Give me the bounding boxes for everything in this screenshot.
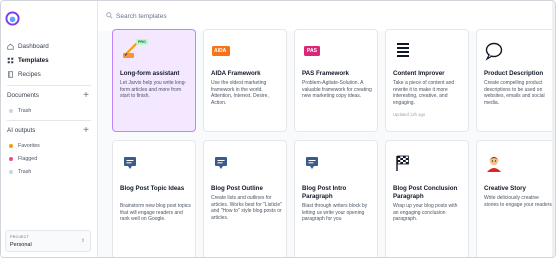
sidebar-item-label: Templates bbox=[18, 57, 49, 64]
scrollbar[interactable] bbox=[552, 1, 555, 257]
ai-trash-label: Trash bbox=[18, 169, 32, 175]
sidebar-item-dashboard[interactable]: Dashboard bbox=[7, 43, 49, 50]
updated-timestamp: Updated 12h ago bbox=[393, 112, 426, 117]
lines-icon bbox=[393, 41, 413, 61]
aida-icon-text: AIDA bbox=[214, 48, 227, 54]
sidebar: Dashboard Templates Recipes Documents + … bbox=[1, 1, 98, 257]
flagged-label: Flagged bbox=[18, 156, 38, 162]
favorites-dot-icon bbox=[9, 144, 13, 148]
template-card-creative-story[interactable]: Creative Story Write deliciously creativ… bbox=[476, 140, 555, 257]
project-selector[interactable]: PROJECT Personal ⇕ bbox=[5, 230, 91, 252]
template-title: Long-form assistant bbox=[120, 70, 180, 77]
template-description: Take a piece of content and rewrite it t… bbox=[393, 80, 455, 106]
chevron-updown-icon: ⇕ bbox=[80, 238, 85, 244]
template-title: Blog Post Outline bbox=[211, 185, 263, 192]
template-title: Content Improver bbox=[393, 70, 445, 77]
home-icon bbox=[7, 43, 14, 50]
template-description: Create lists and outlines for articles. … bbox=[211, 195, 282, 221]
ai-outputs-trash[interactable]: Trash bbox=[9, 169, 31, 175]
template-card-product-description[interactable]: Product Description Create compelling pr… bbox=[476, 29, 555, 132]
template-card-blog-post-conclusion-paragraph[interactable]: Blog Post Conclusion Paragraph Wrap up y… bbox=[385, 140, 469, 257]
book-icon bbox=[7, 71, 14, 78]
ai-outputs-flagged[interactable]: Flagged bbox=[9, 156, 37, 162]
template-title: Creative Story bbox=[484, 185, 526, 192]
template-title: Product Description bbox=[484, 70, 544, 77]
template-description: Brainstorm new blog post topics that wil… bbox=[120, 203, 191, 223]
divider bbox=[7, 85, 91, 86]
flagged-dot-icon bbox=[9, 157, 13, 161]
sidebar-item-templates[interactable]: Templates bbox=[7, 57, 49, 64]
template-card-blog-post-outline[interactable]: Blog Post Outline Create lists and outli… bbox=[203, 140, 287, 257]
logo-icon[interactable] bbox=[5, 11, 20, 26]
template-title: Blog Post Conclusion Paragraph bbox=[393, 185, 458, 200]
template-description: Wrap up your blog posts with an engaging… bbox=[393, 203, 458, 223]
documents-header[interactable]: Documents + bbox=[7, 90, 89, 100]
template-description: Use the oldest marketing framework in th… bbox=[211, 80, 269, 106]
template-title: Blog Post Intro Paragraph bbox=[302, 185, 347, 200]
grid-icon bbox=[7, 57, 14, 64]
pro-badge: PRO bbox=[136, 39, 148, 45]
documents-trash-label: Trash bbox=[18, 108, 32, 114]
pas-icon-text: PAS bbox=[307, 48, 317, 54]
chat-icon bbox=[120, 153, 140, 173]
project-value: Personal bbox=[10, 242, 32, 248]
ai-outputs-header[interactable]: AI outputs + bbox=[7, 125, 89, 135]
search-bar bbox=[98, 1, 555, 31]
chat-icon bbox=[302, 153, 322, 173]
person-icon bbox=[484, 153, 504, 173]
template-description: Create compelling product descriptions t… bbox=[484, 80, 545, 106]
trash-dot-icon bbox=[9, 170, 13, 174]
template-card-aida-framework[interactable]: AIDA AIDA Framework Use the oldest marke… bbox=[203, 29, 287, 132]
add-document-icon[interactable]: + bbox=[83, 90, 89, 100]
template-description: Write deliciously creative stories to en… bbox=[484, 195, 554, 208]
speech-bubble-icon bbox=[484, 41, 504, 61]
search-input[interactable] bbox=[116, 10, 366, 22]
add-ai-output-icon[interactable]: + bbox=[83, 125, 89, 135]
documents-trash[interactable]: Trash bbox=[9, 108, 31, 114]
documents-label: Documents bbox=[7, 92, 39, 99]
trash-dot-icon bbox=[9, 109, 13, 113]
template-description: Problem-Agitate-Solution. A valuable fra… bbox=[302, 80, 372, 100]
sidebar-item-label: Dashboard bbox=[18, 43, 49, 50]
template-title: AIDA Framework bbox=[211, 70, 261, 77]
template-title: Blog Post Topic Ideas bbox=[120, 185, 185, 192]
search-icon bbox=[106, 12, 113, 19]
app-window: Dashboard Templates Recipes Documents + … bbox=[0, 0, 556, 258]
template-description: Let Jarvis help you write long-form arti… bbox=[120, 80, 187, 100]
favorites-label: Favorites bbox=[18, 143, 40, 149]
sidebar-item-label: Recipes bbox=[18, 71, 41, 78]
template-card-content-improver[interactable]: Content Improver Take a piece of content… bbox=[385, 29, 469, 132]
ai-outputs-favorites[interactable]: Favorites bbox=[9, 143, 40, 149]
ai-outputs-label: AI outputs bbox=[7, 127, 36, 134]
template-card-blog-post-intro-paragraph[interactable]: Blog Post Intro Paragraph Blast through … bbox=[294, 140, 378, 257]
templates-grid: PRO Long-form assistant Let Jarvis help … bbox=[98, 29, 555, 257]
template-card-long-form-assistant[interactable]: PRO Long-form assistant Let Jarvis help … bbox=[112, 29, 196, 132]
template-title: PAS Framework bbox=[302, 70, 349, 77]
template-card-pas-framework[interactable]: PAS PAS Framework Problem-Agitate-Soluti… bbox=[294, 29, 378, 132]
checkered-flag-icon bbox=[393, 153, 413, 173]
project-label: PROJECT bbox=[10, 235, 30, 239]
sidebar-item-recipes[interactable]: Recipes bbox=[7, 71, 41, 78]
template-card-blog-post-topic-ideas[interactable]: Blog Post Topic Ideas Brainstorm new blo… bbox=[112, 140, 196, 257]
template-description: Blast through writers block by letting u… bbox=[302, 203, 368, 223]
divider bbox=[7, 120, 91, 121]
chat-icon bbox=[211, 153, 231, 173]
